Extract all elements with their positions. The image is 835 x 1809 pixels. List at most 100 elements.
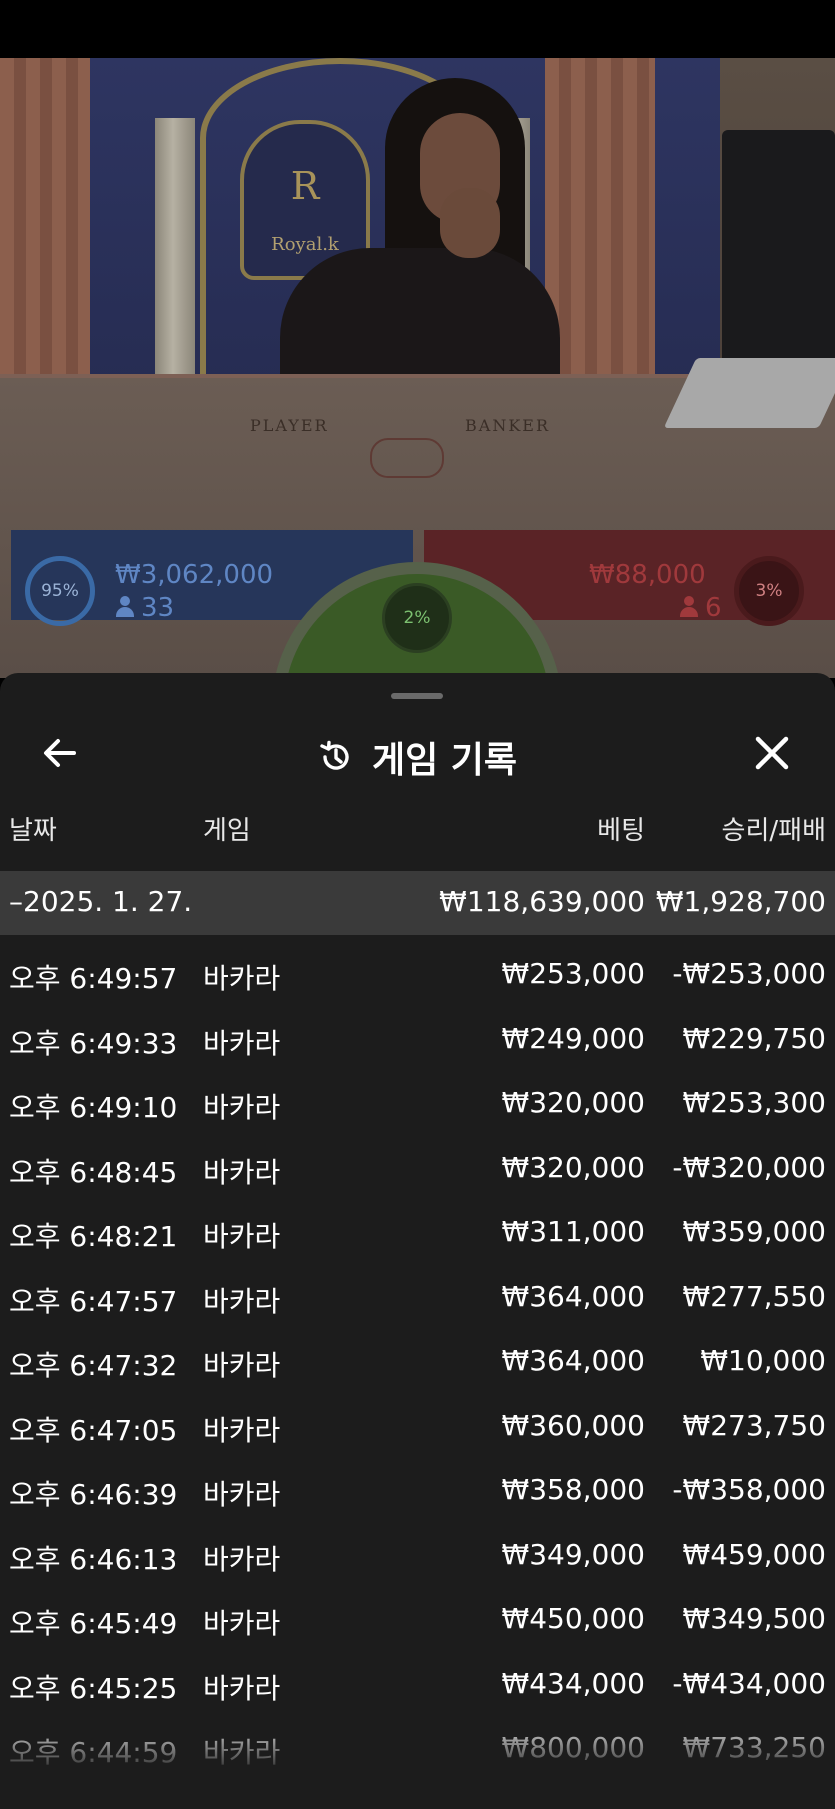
row-bet: ₩253,000 bbox=[501, 957, 645, 990]
row-result: -₩320,000 bbox=[672, 1150, 826, 1184]
row-game: 바카라 bbox=[203, 1671, 281, 1705]
row-time: 오후 6:49:57 bbox=[9, 962, 178, 995]
row-time: 오후 6:49:10 bbox=[9, 1091, 178, 1124]
list-fade bbox=[0, 1713, 835, 1809]
history-row[interactable]: 오후 6:49:33 바카라 ₩249,000 ₩229,750 bbox=[0, 1008, 835, 1072]
history-row[interactable]: 오후 6:46:39 바카라 ₩358,000 -₩358,000 bbox=[0, 1459, 835, 1523]
group-result-total: ₩1,928,700 bbox=[655, 885, 826, 918]
history-row[interactable]: 오후 6:47:32 바카라 ₩364,000 ₩10,000 bbox=[0, 1330, 835, 1394]
row-game: 바카라 bbox=[203, 1413, 281, 1447]
column-header-game: 게임 bbox=[203, 816, 251, 846]
row-game: 바카라 bbox=[203, 1026, 281, 1060]
player-bettor-count: 33 bbox=[115, 593, 174, 623]
row-game: 바카라 bbox=[203, 962, 281, 995]
date-group-row[interactable]: –2025. 1. 27. ₩118,639,000 ₩1,928,700 bbox=[0, 871, 835, 935]
game-history-sheet: 게임 기록 날짜 게임 베팅 승리/패배 –2025. 1. 27. ₩118,… bbox=[0, 673, 835, 1809]
row-bet: ₩249,000 bbox=[501, 1021, 645, 1055]
person-icon bbox=[115, 596, 135, 618]
row-game: 바카라 bbox=[203, 1284, 281, 1318]
row-time: 오후 6:45:49 bbox=[9, 1607, 178, 1640]
column-header-bet: 베팅 bbox=[597, 816, 645, 846]
row-time: 오후 6:45:25 bbox=[9, 1671, 178, 1705]
player-bet-amount: ₩3,062,000 bbox=[115, 560, 274, 590]
row-time: 오후 6:47:05 bbox=[9, 1413, 178, 1447]
row-result: ₩253,300 bbox=[682, 1086, 826, 1119]
row-bet: ₩364,000 bbox=[501, 1279, 645, 1313]
row-bet: ₩360,000 bbox=[501, 1408, 645, 1442]
player-count-value: 33 bbox=[141, 593, 175, 623]
group-date: –2025. 1. 27. bbox=[9, 885, 193, 918]
curtain bbox=[545, 58, 655, 388]
person-icon bbox=[679, 596, 699, 618]
history-row[interactable]: 오후 6:46:13 바카라 ₩349,000 ₩459,000 bbox=[0, 1524, 835, 1588]
row-bet: ₩364,000 bbox=[501, 1344, 645, 1377]
row-result: -₩434,000 bbox=[672, 1666, 826, 1700]
history-row[interactable]: 오후 6:45:25 바카라 ₩434,000 -₩434,000 bbox=[0, 1653, 835, 1717]
banker-bettor-count: 6 bbox=[679, 593, 722, 623]
drag-handle[interactable] bbox=[391, 693, 443, 699]
row-result: -₩253,000 bbox=[672, 957, 826, 990]
history-row[interactable]: 오후 6:45:49 바카라 ₩450,000 ₩349,500 bbox=[0, 1588, 835, 1652]
row-game: 바카라 bbox=[203, 1607, 281, 1640]
history-row[interactable]: 오후 6:48:45 바카라 ₩320,000 -₩320,000 bbox=[0, 1137, 835, 1201]
column-header-date: 날짜 bbox=[9, 816, 57, 846]
row-bet: ₩349,000 bbox=[501, 1537, 645, 1571]
sheet-title-group: 게임 기록 bbox=[0, 731, 835, 781]
row-bet: ₩320,000 bbox=[501, 1150, 645, 1184]
row-game: 바카라 bbox=[203, 1091, 281, 1124]
status-bar bbox=[0, 0, 835, 58]
banker-bet-amount: ₩88,000 bbox=[589, 560, 706, 590]
row-result: ₩459,000 bbox=[682, 1537, 826, 1571]
row-result: ₩229,750 bbox=[682, 1021, 826, 1055]
history-row[interactable]: 오후 6:48:21 바카라 ₩311,000 ₩359,000 bbox=[0, 1201, 835, 1265]
history-row[interactable]: 오후 6:47:05 바카라 ₩360,000 ₩273,750 bbox=[0, 1395, 835, 1459]
player-percent-ring: 95% bbox=[25, 556, 95, 626]
row-time: 오후 6:48:45 bbox=[9, 1155, 178, 1189]
row-bet: ₩358,000 bbox=[501, 1473, 645, 1506]
row-time: 오후 6:47:57 bbox=[9, 1284, 178, 1318]
curtain bbox=[0, 58, 90, 388]
tie-percent: 2% bbox=[403, 608, 431, 628]
row-game: 바카라 bbox=[203, 1349, 281, 1382]
group-bet-total: ₩118,639,000 bbox=[439, 885, 645, 918]
row-time: 오후 6:46:39 bbox=[9, 1478, 178, 1511]
close-icon[interactable] bbox=[752, 733, 792, 773]
row-bet: ₩311,000 bbox=[501, 1215, 645, 1248]
pillar bbox=[155, 118, 195, 408]
monitor bbox=[722, 130, 835, 370]
history-row[interactable]: 오후 6:49:10 바카라 ₩320,000 ₩253,300 bbox=[0, 1072, 835, 1136]
row-time: 오후 6:47:32 bbox=[9, 1349, 178, 1382]
player-percent: 95% bbox=[41, 581, 79, 601]
dealer-hand bbox=[440, 188, 500, 258]
row-game: 바카라 bbox=[203, 1478, 281, 1511]
row-bet: ₩434,000 bbox=[501, 1666, 645, 1700]
banker-percent-ring: 3% bbox=[734, 556, 804, 626]
row-game: 바카라 bbox=[203, 1155, 281, 1189]
emblem-letter: R bbox=[290, 164, 320, 208]
row-result: ₩359,000 bbox=[682, 1215, 826, 1248]
row-game: 바카라 bbox=[203, 1542, 281, 1576]
column-header-result: 승리/패배 bbox=[721, 816, 826, 846]
sheet-header: 게임 기록 bbox=[0, 713, 835, 793]
row-result: ₩10,000 bbox=[700, 1344, 826, 1377]
history-row[interactable]: 오후 6:49:57 바카라 ₩253,000 -₩253,000 bbox=[0, 943, 835, 1007]
row-time: 오후 6:48:21 bbox=[9, 1220, 178, 1253]
felt-player-label: PLAYER bbox=[250, 416, 329, 435]
banker-percent: 3% bbox=[755, 581, 783, 601]
felt-banker-label: BANKER bbox=[465, 416, 550, 435]
row-bet: ₩320,000 bbox=[501, 1086, 645, 1119]
row-result: ₩277,550 bbox=[682, 1279, 826, 1313]
tie-percent-ring: 2% bbox=[382, 583, 452, 653]
row-time: 오후 6:49:33 bbox=[9, 1026, 178, 1060]
history-row[interactable]: 오후 6:47:57 바카라 ₩364,000 ₩277,550 bbox=[0, 1266, 835, 1330]
row-result: ₩349,500 bbox=[682, 1602, 826, 1635]
banker-count-value: 6 bbox=[705, 593, 722, 623]
row-game: 바카라 bbox=[203, 1220, 281, 1253]
row-result: ₩273,750 bbox=[682, 1408, 826, 1442]
sheet-title: 게임 기록 bbox=[371, 740, 517, 781]
row-result: -₩358,000 bbox=[672, 1473, 826, 1506]
row-time: 오후 6:46:13 bbox=[9, 1542, 178, 1576]
felt-logo bbox=[370, 438, 444, 478]
history-clock-icon bbox=[318, 739, 354, 775]
row-bet: ₩450,000 bbox=[501, 1602, 645, 1635]
